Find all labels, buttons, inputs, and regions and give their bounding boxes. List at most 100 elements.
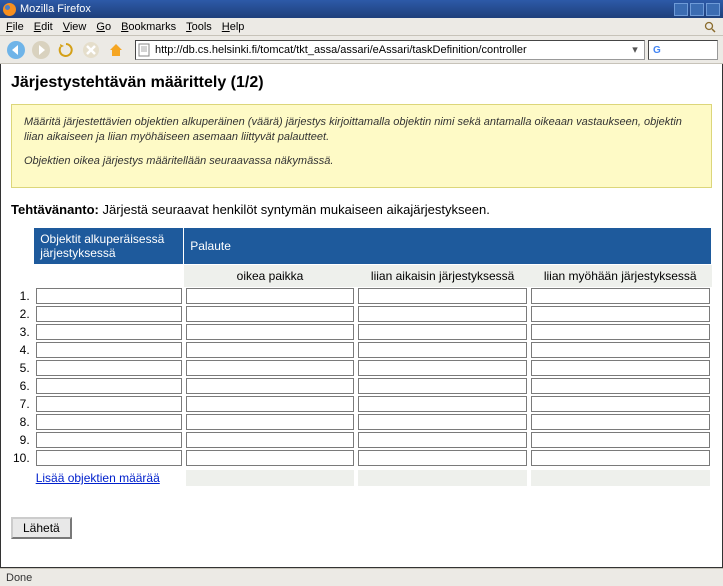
object-input[interactable] — [36, 378, 182, 394]
minimize-button[interactable] — [674, 3, 688, 16]
object-input[interactable] — [36, 306, 182, 322]
notice-line-1: Määritä järjestettävien objektien alkupe… — [24, 115, 699, 146]
feedback-correct-input[interactable] — [186, 324, 355, 340]
feedback-correct-input[interactable] — [186, 432, 355, 448]
page-content: Järjestystehtävän määrittely (1/2) Määri… — [0, 64, 723, 568]
row-number: 2. — [11, 305, 34, 323]
feedback-correct-input[interactable] — [186, 450, 355, 466]
table-row: 5. — [11, 359, 712, 377]
url-input[interactable] — [155, 44, 628, 56]
status-text: Done — [6, 572, 32, 584]
search-box[interactable]: G — [648, 40, 718, 60]
feedback-correct-input[interactable] — [186, 360, 355, 376]
feedback-early-input[interactable] — [358, 378, 527, 394]
feedback-late-input[interactable] — [531, 324, 710, 340]
object-input[interactable] — [36, 324, 182, 340]
window-controls — [674, 3, 720, 16]
feedback-late-input[interactable] — [531, 306, 710, 322]
feedback-late-input[interactable] — [531, 378, 710, 394]
stop-button[interactable] — [80, 39, 102, 61]
object-input[interactable] — [36, 432, 182, 448]
row-number: 5. — [11, 359, 34, 377]
feedback-late-input[interactable] — [531, 360, 710, 376]
status-bar: Done — [0, 568, 723, 586]
feedback-early-input[interactable] — [358, 342, 527, 358]
feedback-late-input[interactable] — [531, 414, 710, 430]
row-number: 3. — [11, 323, 34, 341]
feedback-early-input[interactable] — [358, 324, 527, 340]
table-row: 8. — [11, 413, 712, 431]
feedback-early-input[interactable] — [358, 432, 527, 448]
row-number: 1. — [11, 287, 34, 305]
feedback-late-input[interactable] — [531, 396, 710, 412]
menu-bookmarks[interactable]: Bookmarks — [121, 21, 176, 33]
table-row: 3. — [11, 323, 712, 341]
row-number: 7. — [11, 395, 34, 413]
add-objects-link[interactable]: Lisää objektien määrää — [36, 471, 160, 485]
feedback-correct-input[interactable] — [186, 396, 355, 412]
table-row: 9. — [11, 431, 712, 449]
reload-button[interactable] — [55, 39, 77, 61]
feedback-early-input[interactable] — [358, 414, 527, 430]
feedback-correct-input[interactable] — [186, 342, 355, 358]
col-objects: Objektit alkuperäisessä järjestyksessä — [34, 228, 184, 265]
google-icon: G — [652, 43, 666, 57]
feedback-correct-input[interactable] — [186, 414, 355, 430]
maximize-button[interactable] — [690, 3, 704, 16]
object-input[interactable] — [36, 288, 182, 304]
feedback-early-input[interactable] — [358, 360, 527, 376]
feedback-early-input[interactable] — [358, 306, 527, 322]
table-row: 6. — [11, 377, 712, 395]
subcol-early: liian aikaisin järjestyksessä — [356, 265, 529, 288]
svg-text:G: G — [653, 45, 661, 56]
feedback-late-input[interactable] — [531, 432, 710, 448]
object-input[interactable] — [36, 360, 182, 376]
table-row: 7. — [11, 395, 712, 413]
task-label: Tehtävänanto: — [11, 202, 99, 217]
row-number: 6. — [11, 377, 34, 395]
feedback-late-input[interactable] — [531, 288, 710, 304]
firefox-icon — [3, 3, 16, 16]
feedback-early-input[interactable] — [358, 450, 527, 466]
url-bar[interactable]: ▾ — [135, 40, 645, 60]
table-row: 10. — [11, 449, 712, 467]
ordering-table: Objektit alkuperäisessä järjestyksessä P… — [11, 227, 712, 489]
row-number: 9. — [11, 431, 34, 449]
feedback-late-input[interactable] — [531, 342, 710, 358]
close-button[interactable] — [706, 3, 720, 16]
subcol-late: liian myöhään järjestyksessä — [529, 265, 712, 288]
feedback-late-input[interactable] — [531, 450, 710, 466]
table-row: 1. — [11, 287, 712, 305]
page-icon — [138, 43, 152, 57]
window-title: Mozilla Firefox — [20, 3, 91, 15]
table-row: 2. — [11, 305, 712, 323]
feedback-early-input[interactable] — [358, 396, 527, 412]
search-icon[interactable] — [703, 20, 717, 34]
task-text: Järjestä seuraavat henkilöt syntymän muk… — [103, 202, 490, 217]
notice-line-2: Objektien oikea järjestys määritellään s… — [24, 154, 699, 169]
notice-box: Määritä järjestettävien objektien alkupe… — [11, 104, 712, 188]
page-title: Järjestystehtävän määrittely (1/2) — [11, 74, 712, 92]
menu-help[interactable]: Help — [222, 21, 245, 33]
menu-go[interactable]: Go — [96, 21, 111, 33]
menu-file[interactable]: File — [6, 21, 24, 33]
object-input[interactable] — [36, 414, 182, 430]
menu-tools[interactable]: Tools — [186, 21, 212, 33]
subcol-correct: oikea paikka — [184, 265, 357, 288]
object-input[interactable] — [36, 342, 182, 358]
back-button[interactable] — [5, 39, 27, 61]
menu-edit[interactable]: Edit — [34, 21, 53, 33]
url-dropdown-icon[interactable]: ▾ — [628, 43, 642, 56]
feedback-correct-input[interactable] — [186, 288, 355, 304]
object-input[interactable] — [36, 396, 182, 412]
feedback-correct-input[interactable] — [186, 306, 355, 322]
forward-button[interactable] — [30, 39, 52, 61]
table-row: 4. — [11, 341, 712, 359]
window-title-bar: Mozilla Firefox — [0, 0, 723, 18]
feedback-correct-input[interactable] — [186, 378, 355, 394]
home-button[interactable] — [105, 39, 127, 61]
menu-view[interactable]: View — [63, 21, 87, 33]
object-input[interactable] — [36, 450, 182, 466]
submit-button[interactable]: Lähetä — [11, 517, 72, 539]
feedback-early-input[interactable] — [358, 288, 527, 304]
